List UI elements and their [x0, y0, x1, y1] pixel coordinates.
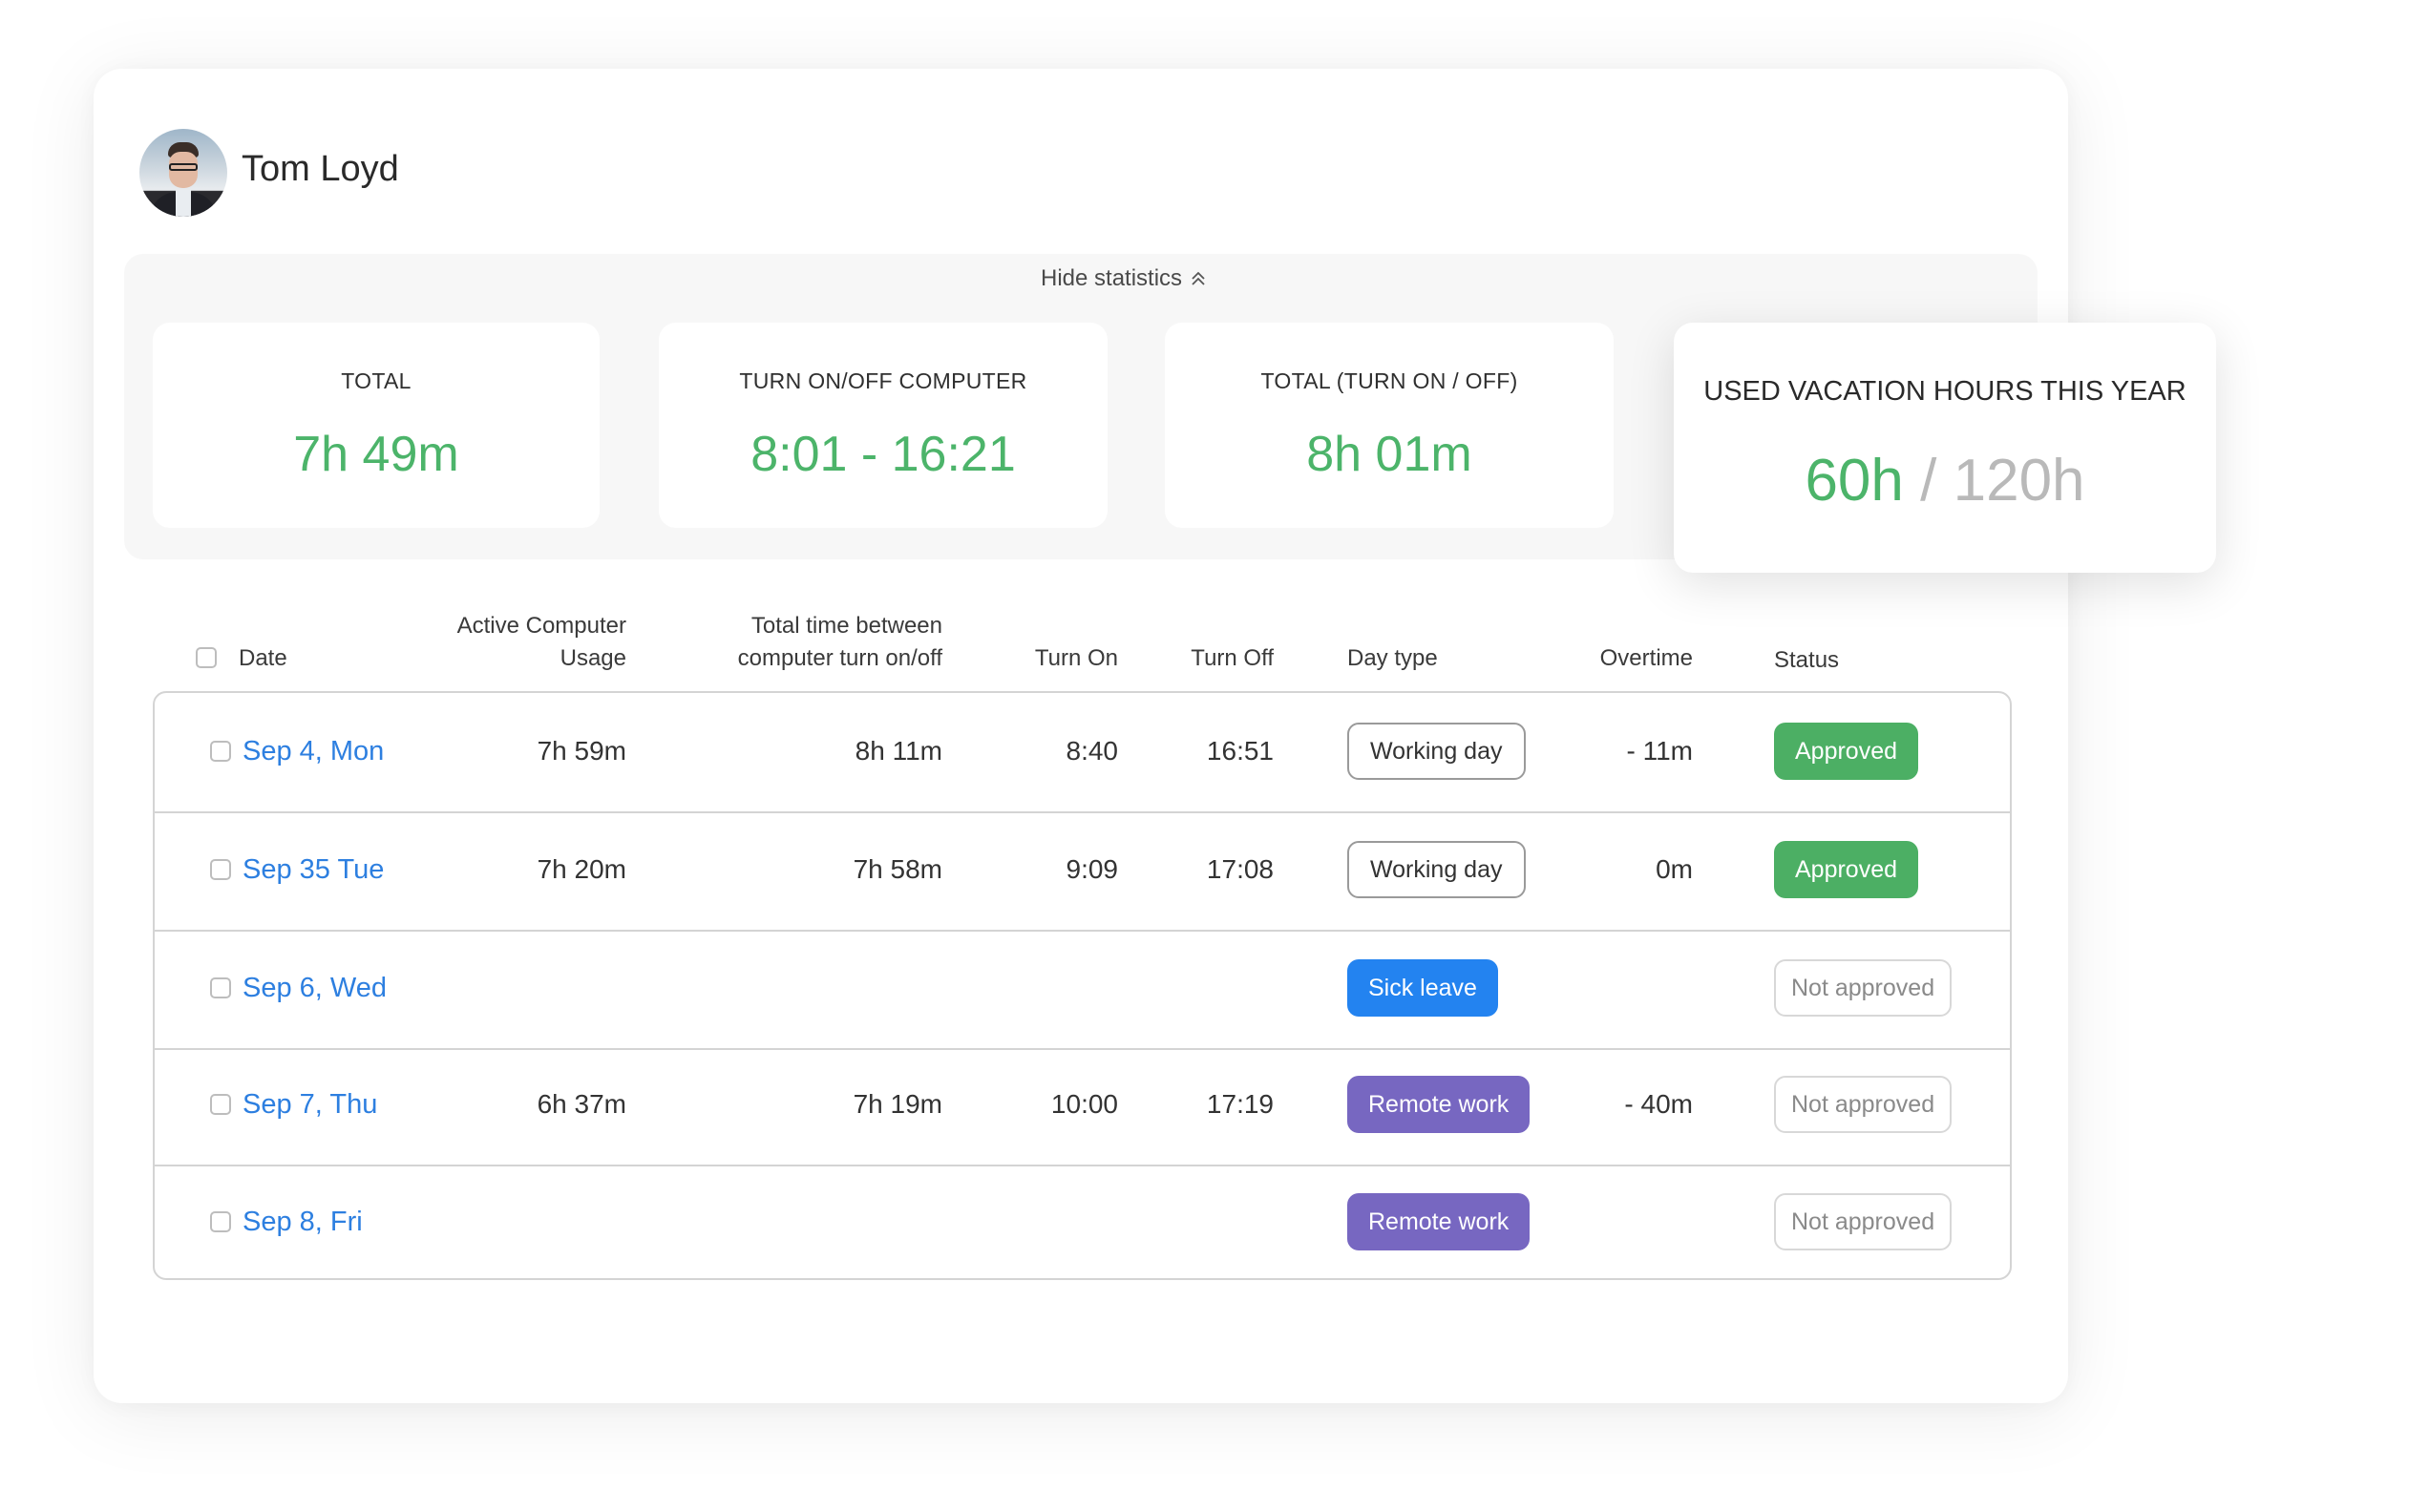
stat-label: TOTAL: [341, 368, 412, 393]
row-checkbox[interactable]: [210, 977, 231, 998]
select-all-checkbox[interactable]: [196, 647, 217, 668]
overtime-cell: - 40m: [1624, 1089, 1693, 1119]
header-status[interactable]: Status: [1774, 644, 1839, 677]
row-checkbox[interactable]: [210, 859, 231, 880]
date-link[interactable]: Sep 4, Mon: [243, 736, 384, 767]
header-between-line1: Total time between: [750, 613, 942, 639]
day-type-cell: Remote work: [1347, 1164, 1531, 1280]
turn-off-cell: [1148, 930, 1274, 1046]
header-between-line2: computer turn on/off: [737, 645, 942, 671]
status-cell: Approved: [1774, 811, 1919, 928]
total-between-cell: [728, 930, 942, 1046]
table-row: Sep 8, Fri Remote work Not approved: [155, 1164, 2010, 1282]
active-usage-cell: 7h 20m: [537, 854, 626, 884]
row-checkbox[interactable]: [210, 1094, 231, 1115]
overtime-cell: [1539, 930, 1693, 1046]
stat-label: TURN ON/OFF COMPUTER: [739, 368, 1027, 393]
table-row: Sep 6, Wed Sick leave Not approved: [155, 930, 2010, 1050]
status-cell: Not approved: [1774, 1046, 1953, 1163]
status-cell: Not approved: [1774, 1164, 1953, 1280]
day-type-badge[interactable]: Remote work: [1347, 1193, 1531, 1250]
turn-on-cell: 9:09: [1066, 854, 1119, 884]
header-total-between[interactable]: Total time between computer turn on/off: [656, 610, 942, 675]
total-between-cell: [728, 1164, 942, 1280]
total-between-cell: 7h 19m: [853, 1089, 942, 1119]
day-type-cell: Sick leave: [1347, 930, 1498, 1046]
overtime-cell: - 11m: [1626, 736, 1694, 766]
status-badge[interactable]: Approved: [1774, 841, 1919, 898]
date-link[interactable]: Sep 6, Wed: [243, 973, 387, 1004]
stat-card-total: TOTAL 7h 49m: [153, 323, 600, 528]
active-usage-cell: [441, 930, 626, 1046]
day-type-badge[interactable]: Remote work: [1347, 1076, 1531, 1133]
status-badge[interactable]: Not approved: [1774, 1193, 1953, 1250]
day-type-cell: Working day: [1347, 811, 1526, 928]
turn-on-cell: 8:40: [1066, 736, 1119, 766]
overtime-cell: [1539, 1164, 1693, 1280]
stat-value: 8:01 - 16:21: [750, 427, 1016, 482]
date-link[interactable]: Sep 35 Tue: [243, 854, 384, 886]
vacation-total: 120h: [1953, 448, 2085, 514]
turn-on-cell: 10:00: [1050, 1089, 1118, 1119]
date-cell: Sep 4, Mon: [243, 693, 384, 809]
total-between-cell: 8h 11m: [855, 736, 942, 766]
date-cell: Sep 8, Fri: [243, 1164, 363, 1280]
date-link[interactable]: Sep 7, Thu: [243, 1089, 377, 1121]
day-type-badge[interactable]: Working day: [1347, 841, 1526, 898]
stat-card-total-turn-on-off: TOTAL (TURN ON / OFF) 8h 01m: [1165, 323, 1614, 528]
header-day-type[interactable]: Day type: [1347, 642, 1438, 675]
vacation-separator: /: [1920, 448, 1937, 514]
day-type-cell: Working day: [1347, 693, 1526, 809]
stat-value: 8h 01m: [1306, 427, 1472, 482]
table-row: Sep 7, Thu 6h 37m 7h 19m 10:00 17:19 Rem…: [155, 1046, 2010, 1166]
row-checkbox[interactable]: [210, 1211, 231, 1232]
turn-off-cell: 17:19: [1206, 1089, 1274, 1119]
header-date[interactable]: Date: [239, 642, 287, 675]
active-usage-cell: [441, 1164, 626, 1280]
double-chevron-up-icon: [1192, 271, 1205, 285]
stat-card-turn-on-off: TURN ON/OFF COMPUTER 8:01 - 16:21: [659, 323, 1108, 528]
overtime-cell: 0m: [1656, 854, 1693, 884]
day-type-badge[interactable]: Working day: [1347, 723, 1526, 780]
header-active-line2: Usage: [560, 645, 626, 671]
header-overtime[interactable]: Overtime: [1528, 642, 1693, 675]
avatar: [139, 129, 227, 217]
turn-on-cell: [995, 1164, 1118, 1280]
timesheet-table: Sep 4, Mon 7h 59m 8h 11m 8:40 16:51 Work…: [153, 691, 2012, 1280]
status-badge[interactable]: Not approved: [1774, 959, 1953, 1017]
user-name: Tom Loyd: [242, 149, 399, 189]
table-row: Sep 4, Mon 7h 59m 8h 11m 8:40 16:51 Work…: [155, 693, 2010, 813]
stat-value: 7h 49m: [293, 427, 459, 482]
vacation-used: 60h: [1805, 448, 1904, 514]
turn-off-cell: [1148, 1164, 1274, 1280]
header-active-line1: Active Computer: [456, 613, 626, 639]
day-type-cell: Remote work: [1347, 1046, 1531, 1163]
total-between-cell: 7h 58m: [853, 854, 942, 884]
vacation-label: USED VACATION HOURS THIS YEAR: [1703, 376, 2186, 407]
status-cell: Approved: [1774, 693, 1919, 809]
hide-statistics-label: Hide statistics: [1041, 265, 1183, 291]
turn-off-cell: 16:51: [1206, 736, 1274, 766]
header-active-usage[interactable]: Active Computer Usage: [382, 610, 626, 675]
active-usage-cell: 7h 59m: [537, 736, 626, 766]
date-cell: Sep 6, Wed: [243, 930, 387, 1046]
stat-label: TOTAL (TURN ON / OFF): [1260, 368, 1518, 393]
status-badge[interactable]: Approved: [1774, 723, 1919, 780]
hide-statistics-toggle[interactable]: Hide statistics: [1041, 265, 1209, 292]
header-turn-on[interactable]: Turn On: [984, 642, 1118, 675]
date-cell: Sep 35 Tue: [243, 811, 384, 928]
date-link[interactable]: Sep 8, Fri: [243, 1207, 363, 1238]
header-turn-off[interactable]: Turn Off: [1140, 642, 1274, 675]
date-cell: Sep 7, Thu: [243, 1046, 377, 1163]
active-usage-cell: 6h 37m: [537, 1089, 626, 1119]
table-row: Sep 35 Tue 7h 20m 7h 58m 9:09 17:08 Work…: [155, 811, 2010, 932]
vacation-value: 60h / 120h: [1674, 447, 2216, 514]
turn-on-cell: [995, 930, 1118, 1046]
vacation-hours-card: USED VACATION HOURS THIS YEAR 60h / 120h: [1674, 323, 2216, 573]
status-badge[interactable]: Not approved: [1774, 1076, 1953, 1133]
turn-off-cell: 17:08: [1206, 854, 1274, 884]
day-type-badge[interactable]: Sick leave: [1347, 959, 1498, 1017]
status-cell: Not approved: [1774, 930, 1953, 1046]
row-checkbox[interactable]: [210, 741, 231, 762]
